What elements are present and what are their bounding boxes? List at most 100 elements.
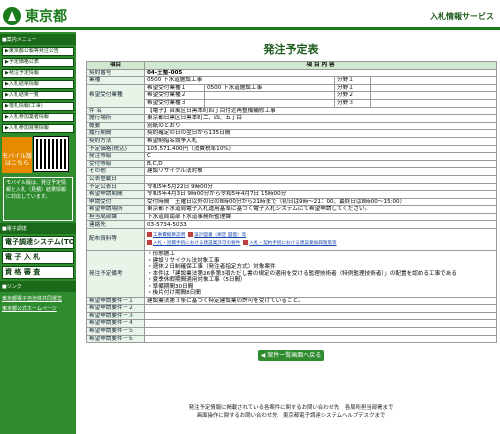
sub-value: 0500 下水道施設工事 <box>204 83 335 93</box>
table-row: 発注等級 C <box>86 152 498 161</box>
sidebar-item-qualification-exam[interactable]: 資 格 審 査 <box>2 266 74 279</box>
link-official-site[interactable]: 東京都公式ホームページ <box>2 305 74 312</box>
table-row: 予定公表日 令和5年5月22日 9時00分 <box>86 182 498 192</box>
row-value: 希望制指名競争入札 <box>143 136 498 146</box>
row-label: 契約方法 <box>86 136 145 146</box>
table-row: 希望申請要件－２ <box>86 304 498 313</box>
order-plan-table: 項目 項 目 内 容 契約番号 04-土整-005 業種 0500 下水道施設工事分… <box>86 61 498 344</box>
sub-value <box>204 98 335 108</box>
row-value: 受付時間 土曜日以外の日の8時00分から21時まで（初日は9時〜21：00、最終… <box>143 197 498 207</box>
sub-label: 希望受付業種２ <box>144 91 205 100</box>
table-row: 希望受付業種２ 分野２ <box>87 91 498 100</box>
row-value: 建設業法第３条に基づく特定建設業の許可を受けていること。 <box>143 296 498 306</box>
row-value: 令和5年4月3日 9時00分から令和5年4月7日 15時00分 <box>143 190 498 199</box>
sidebar-item-e-system[interactable]: 電子調達システム(TOP) <box>2 236 74 249</box>
field-value <box>369 76 498 85</box>
header-content: 項 目 内 容 <box>143 61 498 70</box>
doc-link[interactable]: 設計図書（規定 図面）等 <box>194 233 246 238</box>
row-value: 東京都日黒区日黒本町二、四、五丁目 <box>143 114 498 123</box>
row-value: 105,571,400円（消費税率10%） <box>143 144 498 154</box>
service-title: 入札情報サービス <box>430 12 494 21</box>
row-label: 連絡先 <box>86 220 145 230</box>
sidebar-item-bid-result[interactable]: ▶入札結果情報 <box>2 80 74 89</box>
row-value <box>143 326 498 336</box>
table-header-row: 項目 項 目 内 容 <box>86 61 498 70</box>
row-label: 希望申請要件－４ <box>86 319 145 328</box>
table-row: 施行場所 東京都日黒区日黒本町二、四、五丁目 <box>86 114 498 123</box>
sidebar-section-links: ■リンク <box>0 281 76 292</box>
sidebar-item-bidders[interactable]: ▶入札参加業者情報 <box>2 113 74 122</box>
back-to-list-button[interactable]: ◀ 案件一覧画面へ戻る <box>258 350 324 362</box>
table-row: 配布資料等 工事費概算説明 設計図書（規定 図面）等 入札・見積手続における建設… <box>86 228 498 252</box>
row-value: C <box>143 152 498 161</box>
table-row: 概要 別紙のとおり <box>86 121 498 131</box>
doc-link[interactable]: 入札・契約手続における建設業振興施策等 <box>249 241 336 246</box>
sidebar-item-qualification[interactable]: ▶入札参加資格情報 <box>2 124 74 133</box>
page-title: 発注予定表 <box>263 43 319 56</box>
qr-code <box>33 136 69 172</box>
table-row: 件 名【電子】台風区日黒本町四丁目付近再整備補修工事 <box>86 106 498 116</box>
link-joint-operation[interactable]: 東京都電子自治体共同運営 <box>2 295 74 302</box>
row-label: 希望申請期間 <box>86 190 145 199</box>
row-label: 配布資料等 <box>86 228 145 252</box>
sidebar-section-e-procurement: ■電子調達 <box>0 223 76 234</box>
mobile-button[interactable]: モバイル版 はこちら <box>2 137 32 173</box>
row-label: 希望申請要件－５ <box>86 326 145 336</box>
row-label: 施行場所 <box>86 114 145 123</box>
row-label: 概要 <box>86 121 145 131</box>
row-label: 件 名 <box>86 106 145 116</box>
pdf-icon <box>188 232 194 238</box>
row-value: 04-土整-005 <box>143 68 498 78</box>
table-row: 申請受付 受付時間 土曜日以外の日の8時00分から21時まで（初日は9時〜21：0… <box>86 197 498 207</box>
row-label: 申請受付 <box>86 197 145 207</box>
doc-link[interactable]: 工事費概算説明 <box>153 233 185 238</box>
sub-label: 希望受付業種３ <box>144 98 205 108</box>
table-row: 希望申請期間 令和5年4月3日 9時00分から令和5年4月7日 15時00分 <box>86 190 498 199</box>
remark-line: ・後片付け期間8日間 <box>147 290 201 297</box>
doc-link[interactable]: 入札・見積手続における建設業許可の要件 <box>153 241 240 246</box>
table-row: 希望申請要件－３ <box>86 311 498 321</box>
sidebar-item-price[interactable]: ▶予定価格公表 <box>2 58 74 67</box>
sidebar-item-bid-list[interactable]: ▶入札結果一覧 <box>2 91 74 100</box>
table-row: 希望申請要件－１ 建設業法第３条に基づく特定建設業の許可を受けていること。 <box>86 296 498 306</box>
sub-value <box>204 91 335 100</box>
row-value: 0500 下水道施設工事 <box>144 76 335 85</box>
sidebar-item-e-bid[interactable]: 電 子 入 札 <box>2 251 74 264</box>
sidebar-item-public-notice[interactable]: ▶東京都公報等発注公告 <box>2 47 74 56</box>
row-label: その他 <box>86 167 145 176</box>
row-label: 履行期間 <box>86 129 145 138</box>
field-value <box>369 83 498 93</box>
row-value: 令和5年5月22日 9時00分 <box>143 182 498 192</box>
footer-line: 発注予定情報に掲載されている各案件に関するお問い合わせ先 各局所担当部署まで <box>188 405 394 411</box>
table-row: 履行期間 契約確定の日の翌日から135日間 <box>86 129 498 138</box>
row-label: 公表登載日 <box>86 174 145 184</box>
row-label: 業種 <box>86 76 145 85</box>
row-label: 受付等級 <box>86 159 145 169</box>
table-row: 連絡先 03-5734-5033 <box>86 220 498 230</box>
row-label: 予定公表日 <box>86 182 145 192</box>
row-value: 【電子】台風区日黒本町四丁目付近再整備補修工事 <box>143 106 498 116</box>
row-label: 発注予定備考 <box>86 250 145 298</box>
table-row: 契約方法 希望制指名競争入札 <box>86 136 498 146</box>
row-label: 希望申請要件－３ <box>86 311 145 321</box>
sidebar-section-menu: ■案内メニュー <box>0 34 76 45</box>
row-value <box>143 304 498 313</box>
field-value <box>369 91 498 100</box>
tokyo-logo[interactable]: 東京都 <box>3 6 67 26</box>
sidebar-item-order-plan[interactable]: ▶発注予定情報 <box>2 69 74 78</box>
row-value: B,C,D <box>143 159 498 169</box>
sidebar-item-award[interactable]: ▶落札情報(工事) <box>2 102 74 111</box>
row-label: 予定価格(税込) <box>86 144 145 154</box>
table-row: 希望申請要件－４ <box>86 319 498 328</box>
row-label: 希望申請要件－６ <box>86 334 145 344</box>
row-value: 03-5734-5033 <box>143 220 498 230</box>
row-value <box>143 174 498 184</box>
row-value <box>143 319 498 328</box>
row-value <box>143 334 498 344</box>
field-label: 分野１ <box>334 83 371 93</box>
table-row: 希望申請場所 東京都下水道局電子入札運用基準に基づく電子入札システムにて希望申請し… <box>86 205 498 214</box>
row-value: 建設リサイクル法対象 <box>143 167 498 176</box>
table-row: 受付等級 B,C,D <box>86 159 498 169</box>
table-row: 希望申請要件－５ <box>86 326 498 336</box>
field-label: 分野３ <box>334 98 371 108</box>
